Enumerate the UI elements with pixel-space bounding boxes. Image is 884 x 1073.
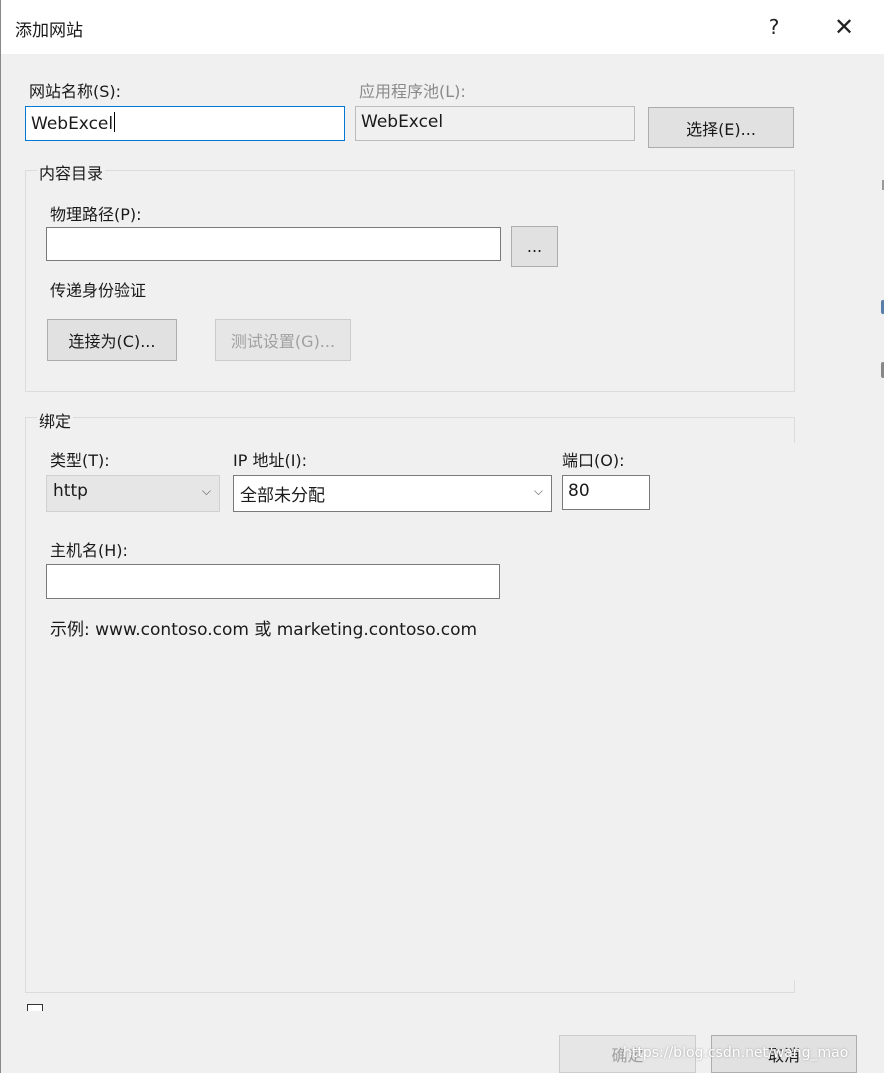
binding-group-edge	[794, 417, 795, 443]
site-name-input[interactable]: WebExcel	[25, 106, 345, 141]
title-bar: 添加网站 ? ✕	[1, 0, 884, 54]
dialog-title: 添加网站	[15, 21, 83, 41]
content-directory-label: 内容目录	[37, 160, 106, 184]
help-icon: ?	[768, 15, 780, 39]
select-app-pool-button[interactable]: 选择(E)...	[648, 107, 794, 148]
app-pool-label: 应用程序池(L):	[359, 82, 466, 101]
site-name-label: 网站名称(S):	[29, 82, 122, 101]
type-label: 类型(T):	[50, 451, 110, 470]
port-label: 端口(O):	[562, 451, 625, 470]
browse-path-button[interactable]: ...	[511, 226, 558, 267]
binding-group-edge	[794, 980, 795, 993]
close-icon: ✕	[833, 13, 855, 41]
port-input[interactable]: 80	[562, 475, 650, 510]
binding-label: 绑定	[37, 408, 74, 432]
app-pool-value: WebExcel	[361, 112, 444, 132]
ip-address-value: 全部未分配	[240, 486, 325, 506]
connect-as-button[interactable]: 连接为(C)...	[47, 319, 177, 361]
chevron-down-icon: ⌵	[533, 484, 543, 498]
port-value: 80	[568, 481, 590, 501]
chevron-down-icon: ⌵	[201, 484, 211, 498]
type-select[interactable]: http ⌵	[46, 475, 220, 512]
physical-path-input[interactable]	[46, 227, 501, 261]
type-value: http	[53, 481, 88, 501]
host-example-text: 示例: www.contoso.com 或 marketing.contoso.…	[50, 620, 478, 640]
host-name-input[interactable]	[46, 564, 500, 599]
close-button[interactable]: ✕	[821, 6, 867, 48]
watermark-text: https://blog.csdn.net/wang_mao	[623, 1045, 849, 1061]
pass-auth-label: 传递身份验证	[50, 281, 147, 300]
app-pool-field: WebExcel	[355, 106, 635, 141]
physical-path-label: 物理路径(P):	[50, 205, 142, 224]
help-button[interactable]: ?	[751, 6, 797, 48]
ip-address-select[interactable]: 全部未分配 ⌵	[233, 475, 552, 512]
host-name-label: 主机名(H):	[50, 541, 128, 560]
text-caret	[114, 112, 116, 132]
ip-address-label: IP 地址(I):	[233, 451, 308, 470]
test-settings-button: 测试设置(G)...	[215, 319, 351, 361]
site-name-value: WebExcel	[31, 114, 114, 134]
add-website-dialog: 添加网站 ? ✕ 网站名称(S): WebExcel 应用程序池(L): Web…	[0, 0, 884, 1073]
